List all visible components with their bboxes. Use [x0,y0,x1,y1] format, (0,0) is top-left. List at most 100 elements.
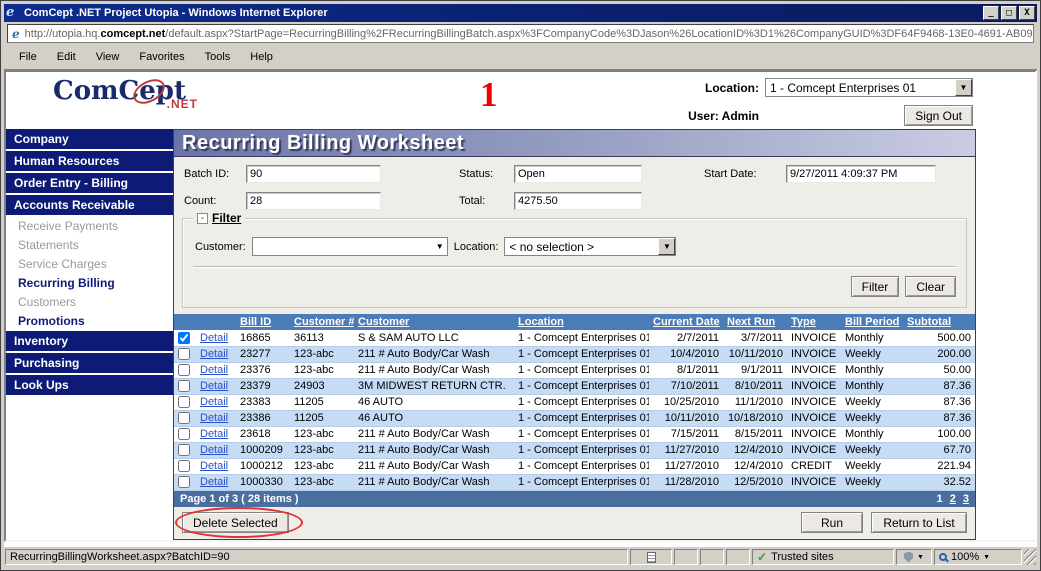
sidebar-item-receive-payments[interactable]: Receive Payments [6,217,173,236]
menu-tools[interactable]: Tools [196,48,240,66]
table-row: Detail 1000209123-abc 211 # Auto Body/Ca… [174,442,975,458]
table-row: Detail 1686536113 S & SAM AUTO LLC1 - Co… [174,330,975,346]
column-location[interactable]: Location [514,314,649,330]
title-bar: e ComCept .NET Project Utopia - Windows … [4,4,1037,22]
detail-link[interactable]: Detail [200,396,228,408]
return-to-list-button[interactable]: Return to List [871,512,967,533]
customer-filter-combo[interactable]: ▼ [252,237,448,256]
collapse-minus-icon[interactable]: - [197,213,208,224]
start-date-field[interactable] [786,165,936,183]
total-label: Total: [459,195,514,207]
filter-legend-label[interactable]: Filter [212,211,241,225]
chevron-down-icon[interactable]: ▼ [433,242,447,251]
resize-grip[interactable] [1024,549,1036,565]
billing-table: Bill ID Customer # Customer Location Cur… [174,314,975,491]
pagination-summary: Page 1 of 3 ( 28 items ) [180,493,299,505]
filter-button[interactable]: Filter [851,276,900,297]
detail-link[interactable]: Detail [200,348,228,360]
column-bill-id[interactable]: Bill ID [236,314,290,330]
detail-link[interactable]: Detail [200,428,228,440]
row-checkbox[interactable] [178,412,190,424]
minimize-button[interactable]: _ [983,6,999,20]
status-bar: RecurringBillingWorksheet.aspx?BatchID=9… [4,547,1037,567]
sidebar-item-statements[interactable]: Statements [6,236,173,255]
sidebar-item-inventory[interactable]: Inventory [6,331,173,351]
sidebar-item-company[interactable]: Company [6,129,173,149]
table-row: Detail 23618123-abc 211 # Auto Body/Car … [174,426,975,442]
detail-link[interactable]: Detail [200,364,228,376]
batch-id-field[interactable] [246,165,381,183]
row-checkbox[interactable] [178,332,190,344]
page-2-link[interactable]: 2 [950,493,956,505]
sidebar-item-promotions[interactable]: Promotions [6,312,173,331]
row-checkbox[interactable] [178,380,190,392]
menu-edit[interactable]: Edit [48,48,85,66]
customer-filter-label: Customer: [195,241,246,253]
detail-link[interactable]: Detail [200,332,228,344]
sign-out-button[interactable]: Sign Out [904,105,973,126]
location-filter-select[interactable]: < no selection > ▼ [504,237,676,256]
column-type[interactable]: Type [787,314,841,330]
window-title: ComCept .NET Project Utopia - Windows In… [24,7,983,19]
zoom-control[interactable]: 100% ▼ [934,549,1022,565]
protected-mode-segment[interactable]: ▼ [896,549,932,565]
delete-selected-button[interactable]: Delete Selected [182,512,289,533]
status-field[interactable] [514,165,642,183]
count-field[interactable] [246,192,381,210]
table-header-row: Bill ID Customer # Customer Location Cur… [174,314,975,330]
column-current-date[interactable]: Current Date [649,314,723,330]
detail-link[interactable]: Detail [200,380,228,392]
total-field[interactable] [514,192,642,210]
select-column-header [174,314,196,330]
clear-button[interactable]: Clear [905,276,956,297]
sidebar-item-customers[interactable]: Customers [6,293,173,312]
column-next-run[interactable]: Next Run [723,314,787,330]
close-button[interactable]: X [1019,6,1035,20]
row-checkbox[interactable] [178,396,190,408]
row-checkbox[interactable] [178,476,190,488]
browser-window: e ComCept .NET Project Utopia - Windows … [0,0,1041,571]
status-page-text: RecurringBillingWorksheet.aspx?BatchID=9… [5,549,628,565]
column-subtotal[interactable]: Subtotal [903,314,975,330]
detail-link[interactable]: Detail [200,460,228,472]
row-checkbox[interactable] [178,460,190,472]
row-checkbox[interactable] [178,348,190,360]
menu-favorites[interactable]: Favorites [130,48,193,66]
column-bill-period[interactable]: Bill Period [841,314,903,330]
maximize-button[interactable]: □ [1001,6,1017,20]
detail-link[interactable]: Detail [200,412,228,424]
row-checkbox[interactable] [178,428,190,440]
page-3-link[interactable]: 3 [963,493,969,505]
logo-net-label: .NET [167,91,198,117]
sidebar-item-recurring-billing[interactable]: Recurring Billing [6,274,173,293]
url-input[interactable]: e http://utopia.hq.comcept.net/default.a… [7,24,1034,43]
row-checkbox[interactable] [178,364,190,376]
magnifier-icon [939,553,947,561]
row-checkbox[interactable] [178,444,190,456]
run-button[interactable]: Run [801,512,863,533]
sidebar-item-human-resources[interactable]: Human Resources [6,151,173,171]
table-row: Detail 23376123-abc 211 # Auto Body/Car … [174,362,975,378]
location-select[interactable]: 1 - Comcept Enterprises 01 ▼ [765,78,973,97]
chevron-down-icon[interactable]: ▼ [955,79,972,96]
column-customer[interactable]: Customer [354,314,514,330]
sidebar-item-purchasing[interactable]: Purchasing [6,353,173,373]
sidebar-item-accounts-receivable[interactable]: Accounts Receivable [6,195,173,215]
detail-link[interactable]: Detail [200,476,228,488]
menu-view[interactable]: View [87,48,129,66]
table-row: Detail 2338311205 46 AUTO1 - Comcept Ent… [174,394,975,410]
detail-link[interactable]: Detail [200,444,228,456]
check-icon: ✓ [757,550,767,564]
security-zone-segment: ✓ Trusted sites [752,549,894,565]
menu-help[interactable]: Help [241,48,282,66]
chevron-down-icon[interactable]: ▼ [658,238,675,255]
sidebar-item-order-entry-billing[interactable]: Order Entry - Billing [6,173,173,193]
menu-file[interactable]: File [10,48,46,66]
status-segment [726,549,750,565]
shield-icon [904,552,913,563]
column-customer-no[interactable]: Customer # [290,314,354,330]
sidebar-item-service-charges[interactable]: Service Charges [6,255,173,274]
worksheet-footer: Delete Selected Run Return to List [174,507,975,540]
customer-filter-input[interactable] [253,239,433,254]
sidebar-item-look-ups[interactable]: Look Ups [6,375,173,395]
